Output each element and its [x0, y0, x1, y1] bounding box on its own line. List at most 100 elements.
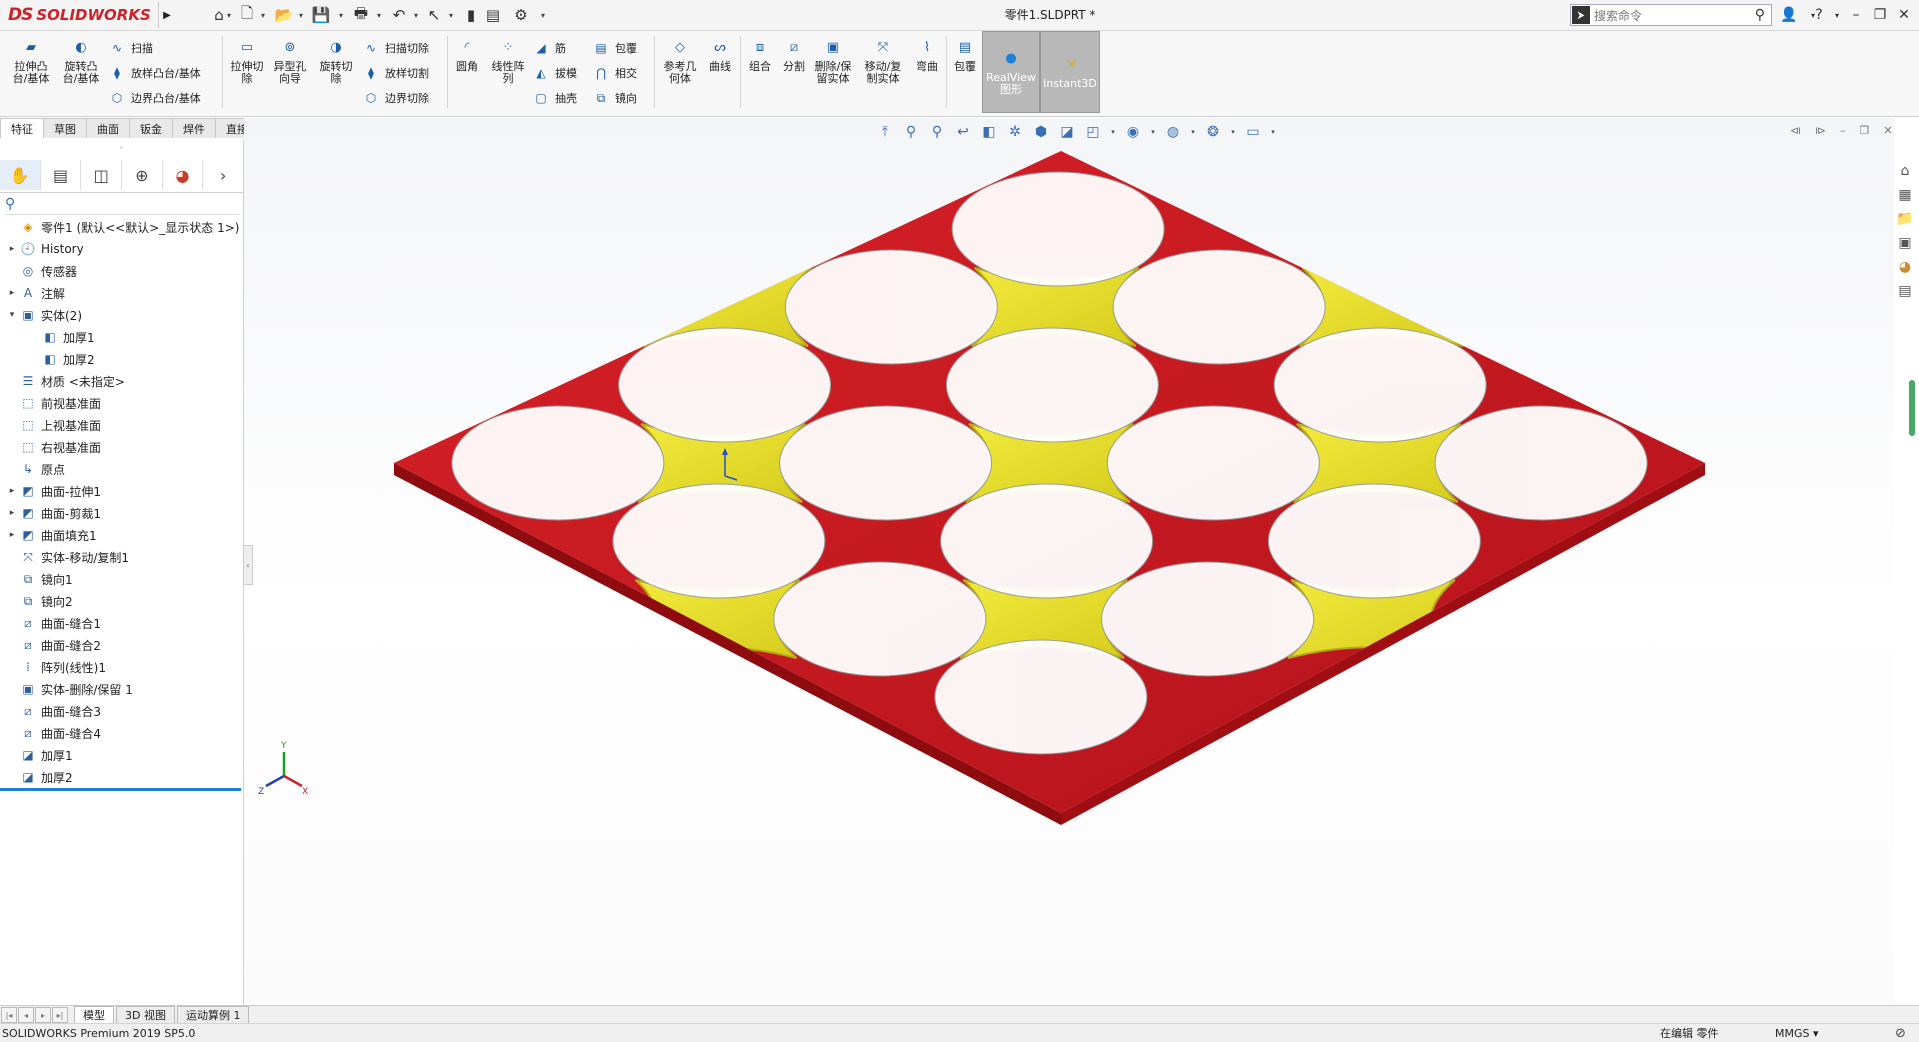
tree-item[interactable]: ⧄ 曲面-缝合3 — [6, 700, 101, 722]
wrap-large-button[interactable]: ▤ 包覆 — [950, 37, 980, 73]
loft-cut-button[interactable]: ⧫ 放样切割 — [362, 64, 429, 82]
tree-item[interactable]: ▸ 🕘 History — [6, 238, 84, 260]
split-button[interactable]: ⧄ 分割 — [778, 37, 810, 73]
hide-show-icon[interactable]: ◰ — [1083, 122, 1103, 142]
move-copy-body-button[interactable]: ⤧ 移动/复制实体 — [862, 37, 904, 85]
viewport-minimize-icon[interactable]: – — [1840, 124, 1846, 140]
search-command-input[interactable]: ⮞ 搜索命令 ⚲ — [1570, 4, 1772, 26]
view-settings-icon[interactable]: ❂ — [1203, 122, 1223, 142]
fillet-button[interactable]: ◜ 圆角 — [452, 37, 482, 73]
tree-item[interactable]: ◈ 零件1 (默认<<默认>_显示状态 1>) — [6, 216, 239, 238]
model-viewport[interactable]: Y X Z — [244, 118, 1894, 1005]
restore-window-icon[interactable]: ❐ — [1869, 4, 1891, 26]
tree-item[interactable]: ⬚ 前视基准面 — [6, 392, 101, 414]
linear-pattern-button[interactable]: ⁘ 线性阵列 — [488, 37, 528, 85]
rib-button[interactable]: ◢ 筋 — [532, 39, 566, 57]
sweep-cut-button[interactable]: ∿ 扫描切除 — [362, 39, 429, 57]
revolve-boss-button[interactable]: ◐ 旋转凸台/基体 — [58, 37, 104, 85]
intersect-button[interactable]: ⋂ 相交 — [592, 64, 637, 82]
tab-4[interactable]: 焊件 — [172, 118, 216, 138]
open-icon[interactable]: 📂 — [273, 4, 295, 26]
edit-appearance-icon[interactable]: ◉ — [1123, 122, 1143, 142]
tree-item[interactable]: ⧉ 镜向2 — [6, 590, 73, 612]
tree-item[interactable]: ⧄ 曲面-缝合1 — [6, 612, 101, 634]
quick-access-caret-icon[interactable]: ▾ — [374, 4, 384, 26]
solidworks-logo[interactable]: DS SOLIDWORKS — [8, 3, 156, 27]
menu-expand-arrow-icon[interactable]: ▶ — [158, 2, 175, 28]
delete-keep-body-button[interactable]: ▣ 删除/保留实体 — [812, 37, 854, 85]
tab-0[interactable]: 特征 — [0, 118, 44, 138]
bottom-tab-0[interactable]: 模型 — [74, 1006, 114, 1024]
status-help-icon[interactable]: ⊘ — [1895, 1026, 1906, 1041]
dimxpert-tab-icon[interactable]: ⊕ — [122, 160, 163, 190]
display-manager-tab-icon[interactable]: ◕ — [163, 160, 204, 190]
panel-collapse-handle[interactable]: ‹ — [243, 545, 253, 585]
appearance-caret-icon[interactable]: ▾ — [1149, 122, 1157, 142]
next-tab-icon[interactable]: ▸ — [35, 1007, 51, 1023]
file-properties-icon[interactable]: ▤ — [482, 4, 504, 26]
tree-expand-icon[interactable]: ▸ — [6, 530, 18, 540]
tree-item[interactable]: ◧ 加厚1 — [28, 326, 94, 348]
first-tab-icon[interactable]: |◂ — [1, 1007, 17, 1023]
view-orientation-icon[interactable]: ⤒ — [875, 122, 895, 142]
dynamic-annotation-icon[interactable]: ✲ — [1005, 122, 1025, 142]
tree-expand-icon[interactable]: ▸ — [6, 288, 18, 298]
wrap-button[interactable]: ▤ 包覆 — [592, 39, 637, 57]
tab-1[interactable]: 草图 — [43, 118, 87, 138]
tree-item[interactable]: ▸ ◩ 曲面-剪裁1 — [6, 502, 101, 524]
display-monitor-icon[interactable]: ▭ — [1243, 122, 1263, 142]
panel-grip-icon[interactable]: ◦ — [0, 140, 243, 158]
quick-access-caret-icon[interactable]: ▾ — [258, 4, 268, 26]
tree-item[interactable]: ↳ 原点 — [6, 458, 65, 480]
status-units[interactable]: MMGS ▾ — [1775, 1027, 1819, 1040]
tree-item[interactable]: ▸ A 注解 — [6, 282, 65, 304]
print-icon[interactable]: 🖶 — [350, 4, 372, 26]
viewport-close-icon[interactable]: ✕ — [1883, 124, 1892, 140]
undo-icon[interactable]: ↶ — [388, 4, 410, 26]
viewport-next-icon[interactable]: ⧐ — [1815, 124, 1826, 140]
rollback-bar[interactable] — [0, 788, 241, 791]
magnifier-icon[interactable]: ⚲ — [1755, 7, 1765, 23]
view-settings-caret-icon[interactable]: ▾ — [1229, 122, 1237, 142]
mirror-button[interactable]: ⧉ 镜向 — [592, 89, 637, 107]
draft-button[interactable]: ◭ 拔模 — [532, 64, 577, 82]
quick-access-caret-icon[interactable]: ▾ — [446, 4, 456, 26]
hole-wizard-button[interactable]: ⊚ 异型孔向导 — [270, 37, 310, 85]
sweep-button[interactable]: ∿ 扫描 — [108, 39, 153, 57]
save-icon[interactable]: 💾 — [310, 4, 332, 26]
quick-access-caret-icon[interactable]: ▾ — [411, 4, 421, 26]
quick-access-caret-icon[interactable]: ▾ — [336, 4, 346, 26]
tree-item[interactable]: ◪ 加厚2 — [6, 766, 72, 788]
hide-show-caret-icon[interactable]: ▾ — [1109, 122, 1117, 142]
tree-item[interactable]: ▾ ▣ 实体(2) — [6, 304, 82, 326]
last-tab-icon[interactable]: ▸| — [52, 1007, 68, 1023]
zoom-to-fit-icon[interactable]: ⚲ — [901, 122, 921, 142]
tree-item[interactable]: ⤧ 实体-移动/复制1 — [6, 546, 129, 568]
curves-button[interactable]: ᔕ 曲线 — [704, 37, 736, 73]
viewport-restore-icon[interactable]: ❐ — [1860, 124, 1870, 140]
flex-button[interactable]: ⌇ 弯曲 — [912, 37, 942, 73]
section-view-icon[interactable]: ◧ — [979, 122, 999, 142]
quick-access-caret-icon[interactable]: ▾ — [296, 4, 306, 26]
user-icon[interactable]: 👤 — [1778, 4, 1800, 26]
tree-item[interactable]: ▸ ◩ 曲面填充1 — [6, 524, 97, 546]
realview-button[interactable]: ● RealView图形 — [982, 31, 1040, 113]
filter-icon[interactable]: ⚲ — [5, 194, 239, 215]
tree-item[interactable]: ☰ 材质 <未指定> — [6, 370, 125, 392]
tree-item[interactable]: ⁞ 阵列(线性)1 — [6, 656, 106, 678]
tree-item[interactable]: ▣ 实体-删除/保留 1 — [6, 678, 133, 700]
bottom-tab-1[interactable]: 3D 视图 — [116, 1006, 175, 1024]
tree-expand-icon[interactable]: ▸ — [6, 244, 18, 254]
task-pane-design-library-icon[interactable]: 📁 — [1894, 208, 1916, 230]
combine-button[interactable]: ⧈ 组合 — [744, 37, 776, 73]
shell-button[interactable]: ▢ 抽壳 — [532, 89, 577, 107]
more-tabs-icon[interactable]: › — [203, 160, 243, 190]
new-icon[interactable]: 🗋 — [236, 4, 258, 26]
close-window-icon[interactable]: ✕ — [1893, 4, 1915, 26]
tree-item[interactable]: ⧉ 镜向1 — [6, 568, 73, 590]
graphics-area[interactable]: Y X Z — [244, 118, 1894, 1005]
tree-expand-icon[interactable]: ▸ — [6, 508, 18, 518]
task-pane-custom-properties-icon[interactable]: ▤ — [1894, 280, 1916, 302]
tree-expand-icon[interactable]: ▸ — [6, 486, 18, 496]
tree-item[interactable]: ▸ ◩ 曲面-拉伸1 — [6, 480, 101, 502]
